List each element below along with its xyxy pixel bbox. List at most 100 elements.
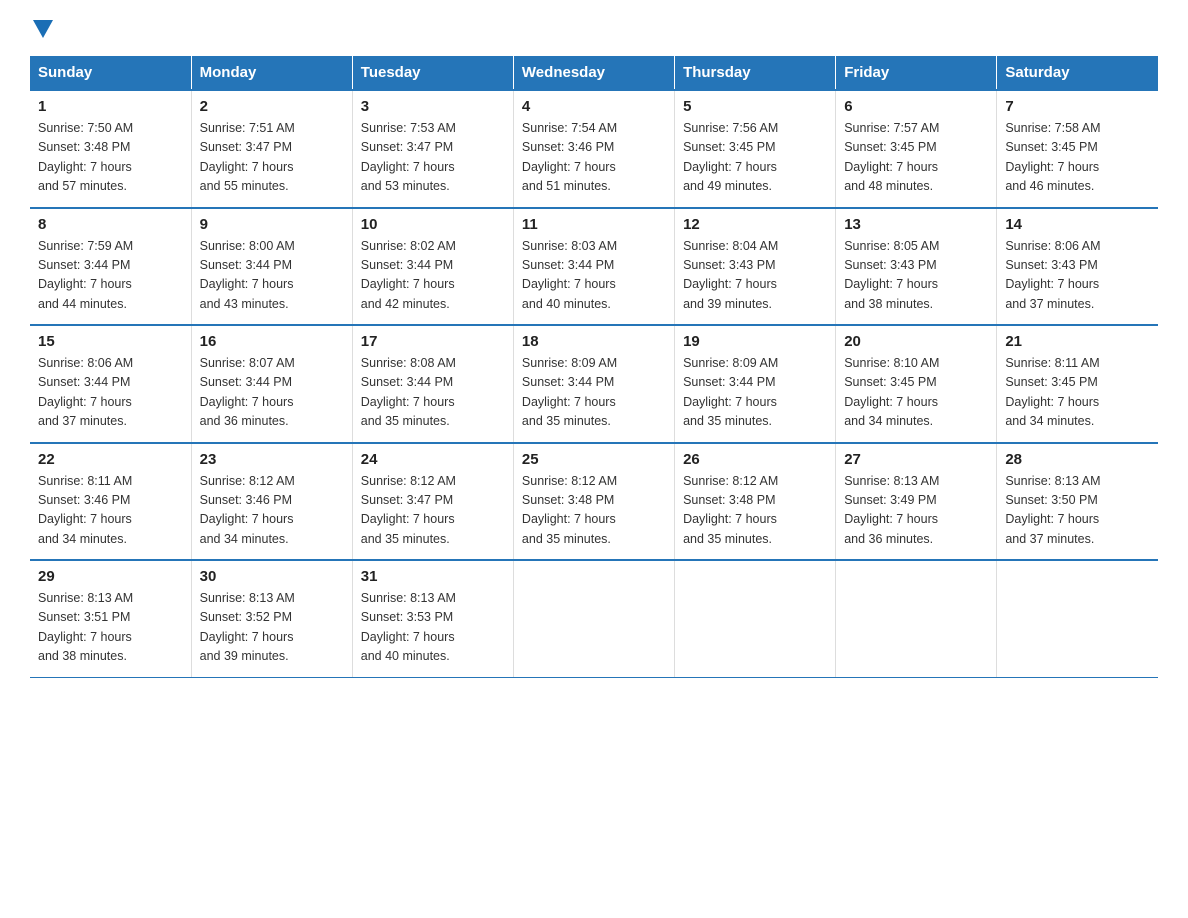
day-number: 8 — [38, 216, 183, 233]
calendar-week-row: 22 Sunrise: 8:11 AMSunset: 3:46 PMDayligh… — [30, 443, 1158, 561]
logo — [30, 20, 56, 38]
day-info: Sunrise: 7:58 AMSunset: 3:45 PMDaylight:… — [1005, 119, 1150, 197]
calendar-cell: 27 Sunrise: 8:13 AMSunset: 3:49 PMDayligh… — [836, 443, 997, 561]
day-info: Sunrise: 8:12 AMSunset: 3:48 PMDaylight:… — [683, 472, 827, 550]
day-number: 11 — [522, 216, 666, 233]
day-info: Sunrise: 7:54 AMSunset: 3:46 PMDaylight:… — [522, 119, 666, 197]
calendar-cell: 13 Sunrise: 8:05 AMSunset: 3:43 PMDayligh… — [836, 208, 997, 326]
calendar-cell: 10Sunrise: 8:02 AMSunset: 3:44 PMDayligh… — [352, 208, 513, 326]
calendar-cell: 16 Sunrise: 8:07 AMSunset: 3:44 PMDayligh… — [191, 325, 352, 443]
day-number: 26 — [683, 451, 827, 468]
calendar-cell: 26 Sunrise: 8:12 AMSunset: 3:48 PMDayligh… — [675, 443, 836, 561]
calendar-cell: 12 Sunrise: 8:04 AMSunset: 3:43 PMDayligh… — [675, 208, 836, 326]
day-number: 5 — [683, 98, 827, 115]
day-number: 25 — [522, 451, 666, 468]
calendar-cell: 29Sunrise: 8:13 AMSunset: 3:51 PMDayligh… — [30, 560, 191, 677]
calendar-week-row: 8 Sunrise: 7:59 AMSunset: 3:44 PMDaylight… — [30, 208, 1158, 326]
day-info: Sunrise: 7:53 AMSunset: 3:47 PMDaylight:… — [361, 119, 505, 197]
calendar-cell — [836, 560, 997, 677]
day-info: Sunrise: 7:59 AMSunset: 3:44 PMDaylight:… — [38, 237, 183, 315]
day-info: Sunrise: 8:13 AMSunset: 3:53 PMDaylight:… — [361, 589, 505, 667]
weekday-header-saturday: Saturday — [997, 56, 1158, 90]
day-number: 9 — [200, 216, 344, 233]
calendar-cell: 7 Sunrise: 7:58 AMSunset: 3:45 PMDaylight… — [997, 90, 1158, 208]
day-info: Sunrise: 8:06 AMSunset: 3:43 PMDaylight:… — [1005, 237, 1150, 315]
calendar-cell: 18 Sunrise: 8:09 AMSunset: 3:44 PMDayligh… — [513, 325, 674, 443]
day-number: 12 — [683, 216, 827, 233]
calendar-cell: 2Sunrise: 7:51 AMSunset: 3:47 PMDaylight… — [191, 90, 352, 208]
calendar-cell: 25 Sunrise: 8:12 AMSunset: 3:48 PMDayligh… — [513, 443, 674, 561]
calendar-cell: 21 Sunrise: 8:11 AMSunset: 3:45 PMDayligh… — [997, 325, 1158, 443]
day-info: Sunrise: 8:08 AMSunset: 3:44 PMDaylight:… — [361, 354, 505, 432]
day-number: 15 — [38, 333, 183, 350]
day-number: 29 — [38, 568, 183, 585]
day-number: 24 — [361, 451, 505, 468]
day-number: 18 — [522, 333, 666, 350]
weekday-header-thursday: Thursday — [675, 56, 836, 90]
day-info: Sunrise: 8:00 AMSunset: 3:44 PMDaylight:… — [200, 237, 344, 315]
day-number: 6 — [844, 98, 988, 115]
day-info: Sunrise: 8:06 AMSunset: 3:44 PMDaylight:… — [38, 354, 183, 432]
calendar-table: SundayMondayTuesdayWednesdayThursdayFrid… — [30, 56, 1158, 678]
page-header — [30, 20, 1158, 38]
day-number: 3 — [361, 98, 505, 115]
calendar-cell: 30Sunrise: 8:13 AMSunset: 3:52 PMDayligh… — [191, 560, 352, 677]
day-number: 23 — [200, 451, 344, 468]
calendar-cell: 31Sunrise: 8:13 AMSunset: 3:53 PMDayligh… — [352, 560, 513, 677]
day-info: Sunrise: 8:10 AMSunset: 3:45 PMDaylight:… — [844, 354, 988, 432]
calendar-cell: 14Sunrise: 8:06 AMSunset: 3:43 PMDayligh… — [997, 208, 1158, 326]
day-number: 17 — [361, 333, 505, 350]
day-info: Sunrise: 8:11 AMSunset: 3:45 PMDaylight:… — [1005, 354, 1150, 432]
day-info: Sunrise: 8:13 AMSunset: 3:49 PMDaylight:… — [844, 472, 988, 550]
day-number: 7 — [1005, 98, 1150, 115]
weekday-header-tuesday: Tuesday — [352, 56, 513, 90]
calendar-cell: 17 Sunrise: 8:08 AMSunset: 3:44 PMDayligh… — [352, 325, 513, 443]
calendar-cell: 5 Sunrise: 7:56 AMSunset: 3:45 PMDaylight… — [675, 90, 836, 208]
calendar-cell: 23 Sunrise: 8:12 AMSunset: 3:46 PMDayligh… — [191, 443, 352, 561]
calendar-cell: 8 Sunrise: 7:59 AMSunset: 3:44 PMDaylight… — [30, 208, 191, 326]
day-info: Sunrise: 8:12 AMSunset: 3:47 PMDaylight:… — [361, 472, 505, 550]
weekday-header-row: SundayMondayTuesdayWednesdayThursdayFrid… — [30, 56, 1158, 90]
day-number: 22 — [38, 451, 183, 468]
day-info: Sunrise: 7:56 AMSunset: 3:45 PMDaylight:… — [683, 119, 827, 197]
day-info: Sunrise: 8:05 AMSunset: 3:43 PMDaylight:… — [844, 237, 988, 315]
day-number: 13 — [844, 216, 988, 233]
day-info: Sunrise: 7:57 AMSunset: 3:45 PMDaylight:… — [844, 119, 988, 197]
calendar-cell: 24 Sunrise: 8:12 AMSunset: 3:47 PMDayligh… — [352, 443, 513, 561]
calendar-cell — [675, 560, 836, 677]
day-number: 28 — [1005, 451, 1150, 468]
day-number: 27 — [844, 451, 988, 468]
weekday-header-sunday: Sunday — [30, 56, 191, 90]
calendar-week-row: 15 Sunrise: 8:06 AMSunset: 3:44 PMDayligh… — [30, 325, 1158, 443]
day-info: Sunrise: 7:50 AMSunset: 3:48 PMDaylight:… — [38, 119, 183, 197]
day-info: Sunrise: 8:02 AMSunset: 3:44 PMDaylight:… — [361, 237, 505, 315]
day-info: Sunrise: 8:12 AMSunset: 3:46 PMDaylight:… — [200, 472, 344, 550]
calendar-cell: 28 Sunrise: 8:13 AMSunset: 3:50 PMDayligh… — [997, 443, 1158, 561]
day-number: 1 — [38, 98, 183, 115]
day-number: 19 — [683, 333, 827, 350]
day-number: 2 — [200, 98, 344, 115]
day-number: 16 — [200, 333, 344, 350]
calendar-cell: 15 Sunrise: 8:06 AMSunset: 3:44 PMDayligh… — [30, 325, 191, 443]
day-info: Sunrise: 8:03 AMSunset: 3:44 PMDaylight:… — [522, 237, 666, 315]
calendar-cell: 22 Sunrise: 8:11 AMSunset: 3:46 PMDayligh… — [30, 443, 191, 561]
calendar-cell: 6 Sunrise: 7:57 AMSunset: 3:45 PMDaylight… — [836, 90, 997, 208]
day-info: Sunrise: 8:09 AMSunset: 3:44 PMDaylight:… — [522, 354, 666, 432]
calendar-cell: 19 Sunrise: 8:09 AMSunset: 3:44 PMDayligh… — [675, 325, 836, 443]
day-info: Sunrise: 8:13 AMSunset: 3:50 PMDaylight:… — [1005, 472, 1150, 550]
calendar-cell: 11 Sunrise: 8:03 AMSunset: 3:44 PMDayligh… — [513, 208, 674, 326]
day-info: Sunrise: 8:12 AMSunset: 3:48 PMDaylight:… — [522, 472, 666, 550]
day-number: 20 — [844, 333, 988, 350]
day-info: Sunrise: 8:11 AMSunset: 3:46 PMDaylight:… — [38, 472, 183, 550]
day-number: 21 — [1005, 333, 1150, 350]
day-info: Sunrise: 8:07 AMSunset: 3:44 PMDaylight:… — [200, 354, 344, 432]
day-number: 4 — [522, 98, 666, 115]
day-info: Sunrise: 8:09 AMSunset: 3:44 PMDaylight:… — [683, 354, 827, 432]
weekday-header-monday: Monday — [191, 56, 352, 90]
weekday-header-wednesday: Wednesday — [513, 56, 674, 90]
calendar-week-row: 1 Sunrise: 7:50 AMSunset: 3:48 PMDaylight… — [30, 90, 1158, 208]
calendar-cell: 4 Sunrise: 7:54 AMSunset: 3:46 PMDaylight… — [513, 90, 674, 208]
weekday-header-friday: Friday — [836, 56, 997, 90]
calendar-cell — [997, 560, 1158, 677]
day-info: Sunrise: 8:04 AMSunset: 3:43 PMDaylight:… — [683, 237, 827, 315]
